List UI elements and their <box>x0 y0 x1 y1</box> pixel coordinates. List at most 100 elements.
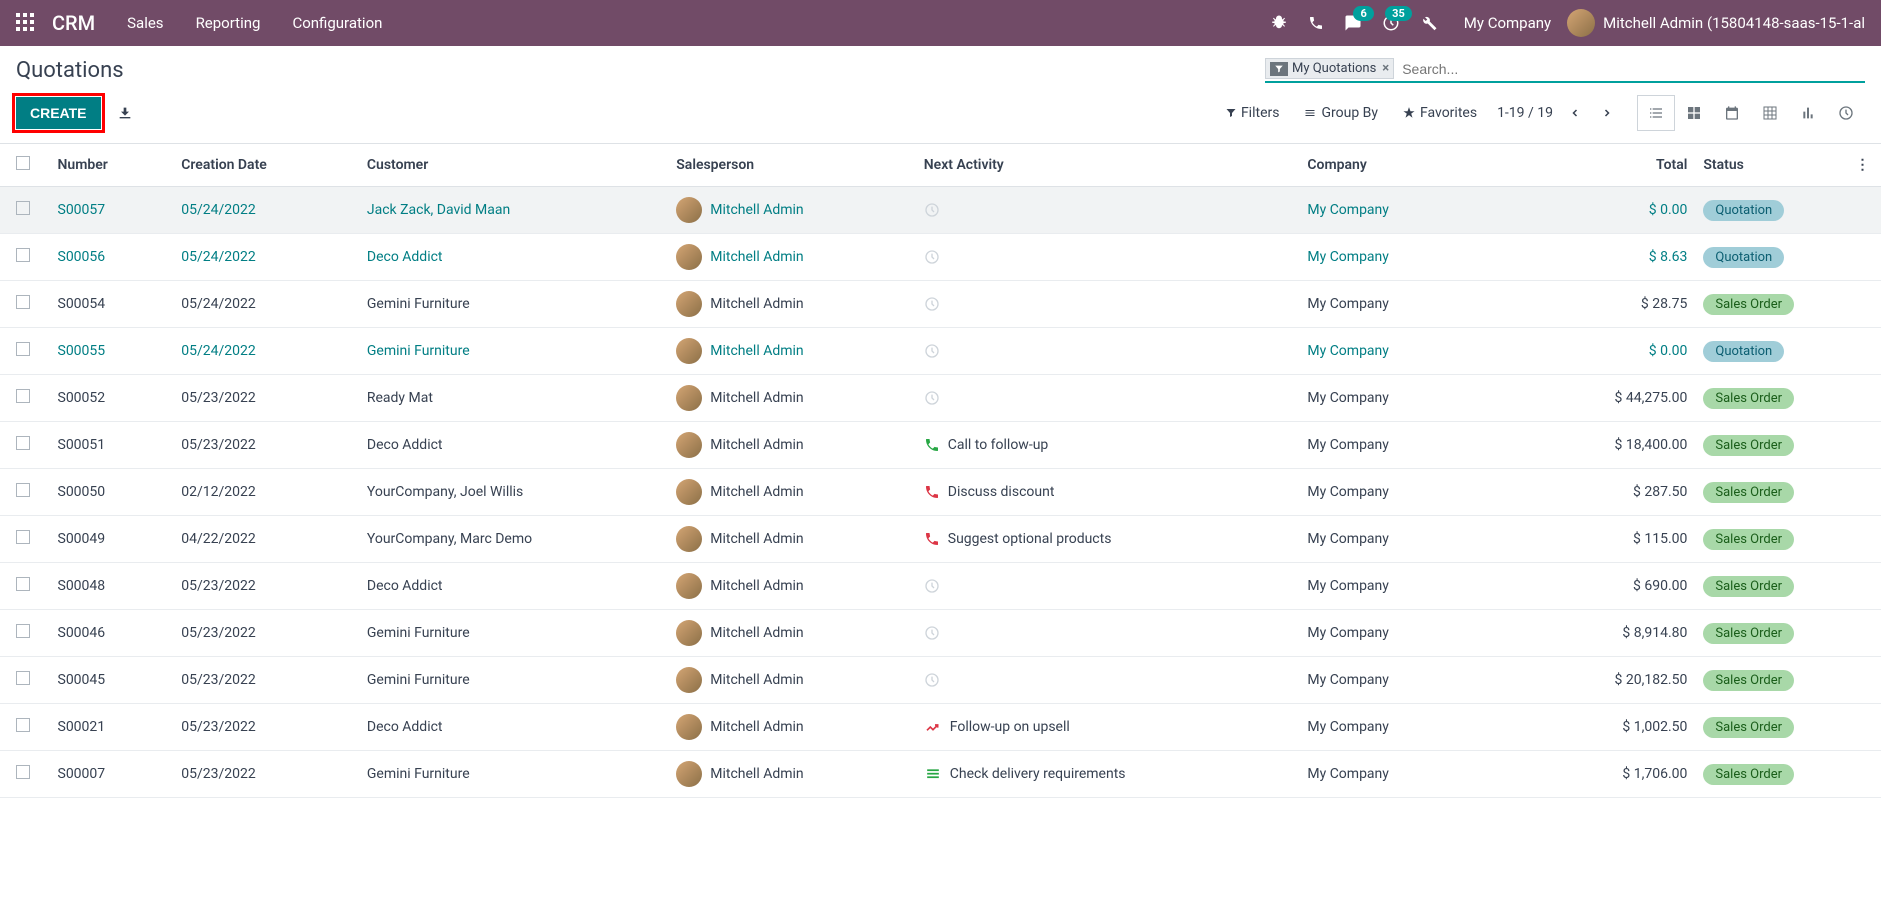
cell-activity[interactable]: Check delivery requirements <box>924 766 1292 782</box>
bug-icon[interactable] <box>1270 14 1288 32</box>
table-row[interactable]: S00049 04/22/2022 YourCompany, Marc Demo… <box>0 516 1881 563</box>
col-customer[interactable]: Customer <box>359 144 668 187</box>
user-menu[interactable]: Mitchell Admin (15804148-saas-15-1-al <box>1603 14 1865 32</box>
cell-company[interactable]: My Company <box>1307 249 1389 265</box>
create-button[interactable]: CREATE <box>16 97 101 129</box>
row-checkbox[interactable] <box>16 624 30 638</box>
cell-activity[interactable] <box>924 390 1292 406</box>
cell-salesperson[interactable]: Mitchell Admin <box>676 620 908 646</box>
cell-number[interactable]: S00045 <box>58 672 106 688</box>
table-row[interactable]: S00045 05/23/2022 Gemini Furniture Mitch… <box>0 657 1881 704</box>
apps-icon[interactable] <box>16 13 36 33</box>
cell-activity[interactable] <box>924 202 1292 218</box>
search-input[interactable] <box>1400 59 1865 79</box>
cell-company[interactable]: My Company <box>1307 578 1389 594</box>
cell-number[interactable]: S00048 <box>58 578 106 594</box>
cell-customer[interactable]: Gemini Furniture <box>367 296 470 312</box>
filter-tag-remove[interactable]: × <box>1382 61 1389 76</box>
company-switcher[interactable]: My Company <box>1464 14 1551 32</box>
nav-configuration[interactable]: Configuration <box>292 14 382 32</box>
cell-customer[interactable]: Deco Addict <box>367 249 443 265</box>
row-checkbox[interactable] <box>16 436 30 450</box>
row-checkbox[interactable] <box>16 765 30 779</box>
tools-icon[interactable] <box>1420 14 1438 32</box>
cell-company[interactable]: My Company <box>1307 484 1389 500</box>
table-row[interactable]: S00046 05/23/2022 Gemini Furniture Mitch… <box>0 610 1881 657</box>
cell-number[interactable]: S00051 <box>58 437 106 453</box>
table-row[interactable]: S00021 05/23/2022 Deco Addict Mitchell A… <box>0 704 1881 751</box>
download-icon[interactable] <box>117 105 133 121</box>
cell-number[interactable]: S00046 <box>58 625 106 641</box>
cell-salesperson[interactable]: Mitchell Admin <box>676 526 908 552</box>
view-list[interactable] <box>1637 95 1675 131</box>
col-total[interactable]: Total <box>1547 144 1696 187</box>
cell-customer[interactable]: Gemini Furniture <box>367 343 470 359</box>
view-kanban[interactable] <box>1675 95 1713 131</box>
cell-customer[interactable]: Deco Addict <box>367 578 443 594</box>
table-row[interactable]: S00051 05/23/2022 Deco Addict Mitchell A… <box>0 422 1881 469</box>
view-calendar[interactable] <box>1713 95 1751 131</box>
pager-text[interactable]: 1-19 / 19 <box>1497 105 1553 121</box>
cell-number[interactable]: S00052 <box>58 390 106 406</box>
cell-salesperson[interactable]: Mitchell Admin <box>676 667 908 693</box>
cell-customer[interactable]: Deco Addict <box>367 719 443 735</box>
cell-salesperson[interactable]: Mitchell Admin <box>676 714 908 740</box>
cell-number[interactable]: S00049 <box>58 531 106 547</box>
cell-customer[interactable]: Jack Zack, David Maan <box>367 202 510 218</box>
row-checkbox[interactable] <box>16 342 30 356</box>
groupby-button[interactable]: Group By <box>1303 105 1378 121</box>
cell-customer[interactable]: Gemini Furniture <box>367 625 470 641</box>
table-row[interactable]: S00055 05/24/2022 Gemini Furniture Mitch… <box>0 328 1881 375</box>
cell-number[interactable]: S00054 <box>58 296 106 312</box>
table-row[interactable]: S00007 05/23/2022 Gemini Furniture Mitch… <box>0 751 1881 798</box>
cell-company[interactable]: My Company <box>1307 531 1389 547</box>
col-number[interactable]: Number <box>50 144 174 187</box>
cell-customer[interactable]: Gemini Furniture <box>367 766 470 782</box>
table-row[interactable]: S00050 02/12/2022 YourCompany, Joel Will… <box>0 469 1881 516</box>
messages-icon[interactable]: 6 <box>1344 14 1362 32</box>
nav-reporting[interactable]: Reporting <box>196 14 261 32</box>
search-box[interactable]: My Quotations × <box>1265 58 1865 83</box>
cell-customer[interactable]: YourCompany, Joel Willis <box>367 484 523 500</box>
row-checkbox[interactable] <box>16 577 30 591</box>
cell-customer[interactable]: Gemini Furniture <box>367 672 470 688</box>
view-pivot[interactable] <box>1751 95 1789 131</box>
cell-company[interactable]: My Company <box>1307 296 1389 312</box>
cell-salesperson[interactable]: Mitchell Admin <box>676 573 908 599</box>
cell-activity[interactable]: Follow-up on upsell <box>924 719 1292 735</box>
table-row[interactable]: S00054 05/24/2022 Gemini Furniture Mitch… <box>0 281 1881 328</box>
cell-activity[interactable] <box>924 249 1292 265</box>
row-checkbox[interactable] <box>16 671 30 685</box>
cell-company[interactable]: My Company <box>1307 390 1389 406</box>
phone-icon[interactable] <box>1308 15 1324 31</box>
cell-salesperson[interactable]: Mitchell Admin <box>676 291 908 317</box>
cell-number[interactable]: S00056 <box>58 249 106 265</box>
cell-number[interactable]: S00055 <box>58 343 106 359</box>
select-all-checkbox[interactable] <box>16 156 30 170</box>
cell-company[interactable]: My Company <box>1307 437 1389 453</box>
cell-number[interactable]: S00057 <box>58 202 106 218</box>
cell-salesperson[interactable]: Mitchell Admin <box>676 432 908 458</box>
table-row[interactable]: S00056 05/24/2022 Deco Addict Mitchell A… <box>0 234 1881 281</box>
cell-salesperson[interactable]: Mitchell Admin <box>676 385 908 411</box>
cell-customer[interactable]: Ready Mat <box>367 390 433 406</box>
cell-salesperson[interactable]: Mitchell Admin <box>676 479 908 505</box>
cell-company[interactable]: My Company <box>1307 672 1389 688</box>
cell-customer[interactable]: YourCompany, Marc Demo <box>367 531 532 547</box>
row-checkbox[interactable] <box>16 718 30 732</box>
view-activity[interactable] <box>1827 95 1865 131</box>
col-company[interactable]: Company <box>1299 144 1547 187</box>
favorites-button[interactable]: Favorites <box>1402 105 1477 121</box>
table-row[interactable]: S00057 05/24/2022 Jack Zack, David Maan … <box>0 187 1881 234</box>
cell-number[interactable]: S00050 <box>58 484 106 500</box>
cell-salesperson[interactable]: Mitchell Admin <box>676 761 908 787</box>
table-row[interactable]: S00048 05/23/2022 Deco Addict Mitchell A… <box>0 563 1881 610</box>
cell-number[interactable]: S00021 <box>58 719 106 735</box>
row-checkbox[interactable] <box>16 201 30 215</box>
row-checkbox[interactable] <box>16 483 30 497</box>
col-salesperson[interactable]: Salesperson <box>668 144 916 187</box>
nav-sales[interactable]: Sales <box>127 14 163 32</box>
pager-next[interactable] <box>1597 102 1617 124</box>
row-checkbox[interactable] <box>16 248 30 262</box>
activities-icon[interactable]: 35 <box>1382 14 1400 32</box>
